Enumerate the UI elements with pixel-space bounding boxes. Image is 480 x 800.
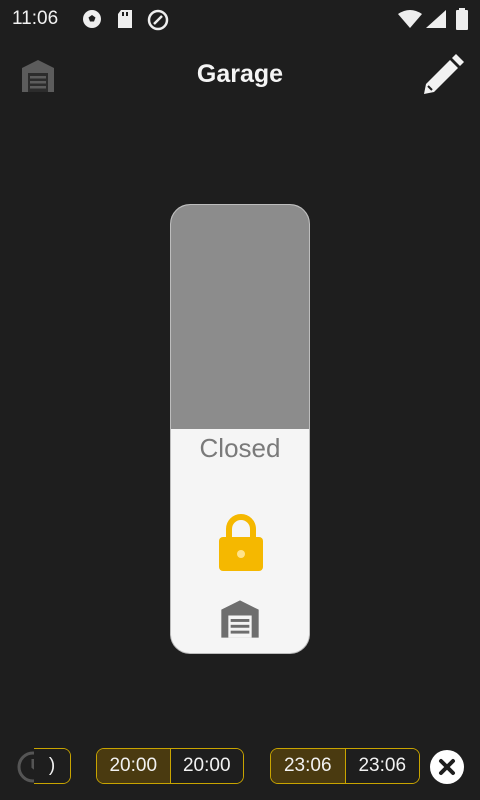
data-saver-icon xyxy=(147,9,169,31)
soccer-ball-icon xyxy=(83,10,101,28)
schedule-start-time: 20:00 xyxy=(97,749,171,783)
page-title: Garage xyxy=(196,60,284,88)
schedule-pill-1[interactable]: 20:00 20:00 xyxy=(96,748,244,784)
lock-icon xyxy=(219,514,263,571)
battery-icon xyxy=(456,8,468,30)
schedule-pill-2[interactable]: 23:06 23:06 xyxy=(270,748,420,784)
garage-door-slider[interactable]: Closed xyxy=(170,204,310,654)
wifi-icon xyxy=(398,10,422,28)
schedule-partial-time: ) xyxy=(34,749,70,783)
garage-door-icon xyxy=(221,600,259,638)
app-bar: Garage xyxy=(0,44,480,108)
status-bar: 11:06 xyxy=(0,0,480,36)
status-time: 11:06 xyxy=(12,8,59,29)
edit-pencil-icon[interactable] xyxy=(420,54,464,98)
close-icon xyxy=(439,759,455,775)
sd-card-icon xyxy=(118,10,132,28)
schedule-start-time: 23:06 xyxy=(271,749,346,783)
schedule-end-time: 23:06 xyxy=(345,749,419,783)
schedule-end-time: 20:00 xyxy=(170,749,243,783)
close-button[interactable] xyxy=(430,750,464,784)
schedule-pill-partial[interactable]: ) xyxy=(34,748,71,784)
schedule-bar: ) 20:00 20:00 23:06 23:06 xyxy=(0,740,480,796)
signal-icon xyxy=(426,10,446,28)
door-position-fill xyxy=(171,205,309,429)
door-state-label: Closed xyxy=(199,433,281,463)
